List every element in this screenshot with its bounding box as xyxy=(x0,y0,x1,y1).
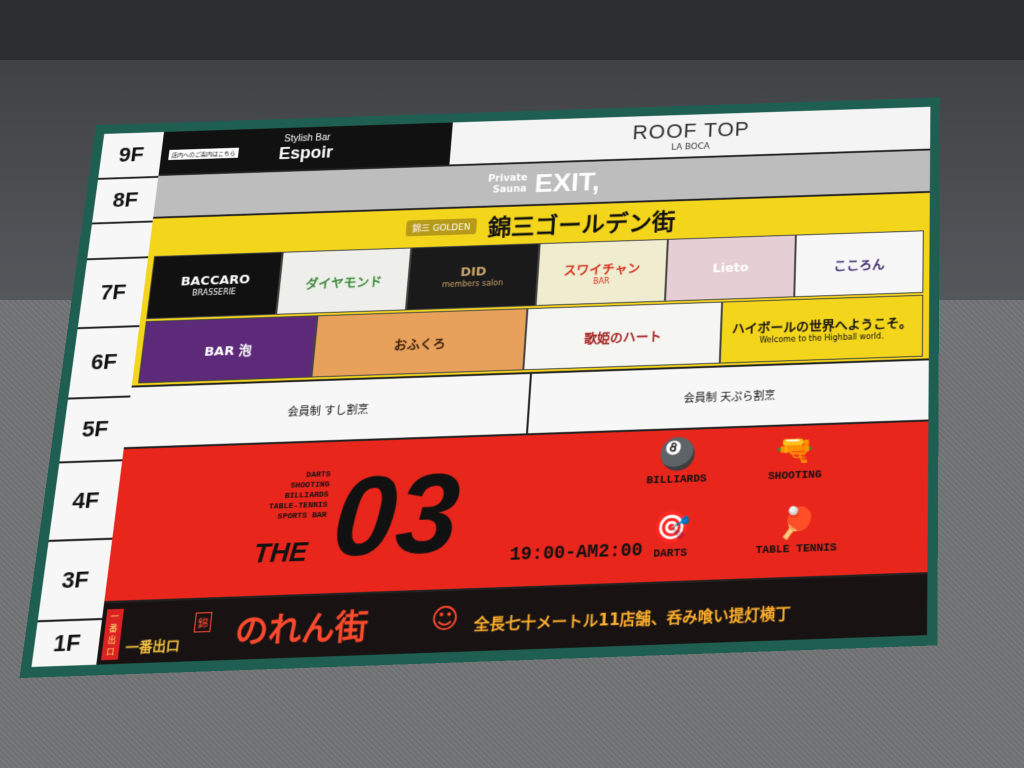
exit-side-char: 出 xyxy=(107,634,117,646)
exit-name: EXIT, xyxy=(534,167,601,199)
the03-hours: 19:00-AM2:00 xyxy=(509,541,643,566)
lantern-face-icon: ☺ xyxy=(430,603,461,636)
activity-label: DARTS xyxy=(653,547,687,561)
dart-icon: 🎯 xyxy=(651,512,691,548)
revolver-icon: 🔫 xyxy=(776,435,815,470)
shop-sign: ハイボールの世界へようこそ。 Welcome to the Highball wo… xyxy=(719,295,923,364)
golden-gai-section: 錦三 GOLDEN 錦三ゴールデン街 BACCARO BRASSERIE ダイヤモン… xyxy=(132,193,930,388)
activity-billiards: 🎱 BILLIARDS xyxy=(646,439,708,487)
shop-name: おふくろ xyxy=(393,333,446,353)
exit-side-char: 一 xyxy=(110,611,120,623)
exit-side-char: 口 xyxy=(105,646,115,658)
activity-table-tennis: 🏓 TABLE TENNIS xyxy=(755,507,837,557)
floor-label: 5F xyxy=(59,397,130,463)
shop-name: こころん xyxy=(834,254,885,274)
activity-darts: 🎯 DARTS xyxy=(651,512,691,561)
the03-activity-list: DARTS SHOOTING BILLIARDS TABLE-TENNIS SPORTS… xyxy=(267,470,331,523)
noren-gai-title: のれん街 xyxy=(233,600,371,653)
shop-sign: DID members salon xyxy=(406,243,540,310)
the03-list-item: SPORTS BAR xyxy=(267,511,327,523)
noren-badge: 錦 xyxy=(194,612,213,633)
shop-sign: 歌姫のハート xyxy=(523,302,721,371)
floor-label: 6F xyxy=(68,327,139,399)
floor-directory-board: 9F 8F 7F 6F 5F 4F 3F 1F 店内へのご案内はこちら Styl… xyxy=(19,97,940,678)
shop-name: BACCARO xyxy=(180,273,251,290)
floor-label: 4F xyxy=(49,461,123,542)
billiards-icon: 🎱 xyxy=(658,439,697,475)
floor-label xyxy=(87,222,153,260)
shop-sign: BACCARO BRASSERIE xyxy=(146,252,283,319)
ping-pong-icon: 🏓 xyxy=(777,508,816,544)
activity-label: SHOOTING xyxy=(768,469,822,483)
floor-label: 9F xyxy=(98,132,164,180)
floor-label: 3F xyxy=(38,540,113,623)
the03-the: THE xyxy=(252,536,309,570)
golden-logo: 錦三 GOLDEN xyxy=(406,218,477,236)
espoir-sign: 店内へのご案内はこちら Stylish Bar Espoir xyxy=(159,122,453,174)
exit-one-label: 一番出口 xyxy=(124,634,181,656)
shop-name: DID xyxy=(460,265,487,280)
exit-side-tag: 一番出口 xyxy=(101,609,124,660)
the03-section: DARTS SHOOTING BILLIARDS TABLE-TENNIS SPORTS… xyxy=(104,421,928,603)
shop-sign: おふくろ xyxy=(311,308,527,377)
shop-sign: ダイヤモンド xyxy=(276,247,411,314)
sushi-kappo-sign: 会員制 すし割烹 xyxy=(124,374,532,447)
noren-gai-tagline: 全長七十メートル11店舗、呑み喰い提灯横丁 xyxy=(473,602,791,635)
shop-sign: Lieto xyxy=(665,235,796,302)
activity-shooting: 🔫 SHOOTING xyxy=(768,435,823,483)
rooftop-sub: LA BOCA xyxy=(671,142,710,152)
shop-name: Lieto xyxy=(712,260,749,275)
shop-sub: BRASSERIE xyxy=(192,287,237,297)
tenant-area: 店内へのご案内はこちら Stylish Bar Espoir ROOF TOP … xyxy=(96,107,930,665)
shop-sub: BAR xyxy=(593,277,610,286)
floor-label: 1F xyxy=(31,620,102,667)
the03-logo: 03 xyxy=(329,458,464,575)
espoir-name: Espoir xyxy=(278,143,334,164)
shop-name: スワイチャン xyxy=(563,258,641,279)
golden-title: 錦三ゴールデン街 xyxy=(487,203,676,242)
shop-sign: こころん xyxy=(794,230,924,297)
shop-name: BAR 泡 xyxy=(203,339,252,359)
shop-sign: スワイチャン BAR xyxy=(535,239,667,306)
exit-category: Private Sauna xyxy=(487,173,528,197)
activity-label: TABLE TENNIS xyxy=(755,542,836,557)
exit-pre-line2: Sauna xyxy=(487,184,527,196)
activity-label: BILLIARDS xyxy=(646,473,707,487)
exit-side-char: 番 xyxy=(108,623,118,635)
shop-name: ダイヤモンド xyxy=(305,271,383,292)
shop-sign: BAR 泡 xyxy=(138,315,317,383)
ceiling xyxy=(0,0,1024,60)
board-inner: 9F 8F 7F 6F 5F 4F 3F 1F 店内へのご案内はこちら Styl… xyxy=(31,107,930,667)
floor-label: 8F xyxy=(92,178,158,225)
espoir-note: 店内へのご案内はこちら xyxy=(168,148,239,160)
tempura-kappo-sign: 会員制 天ぷら割烹 xyxy=(528,360,929,433)
shop-sub: members salon xyxy=(442,278,504,289)
rooftop-name: ROOF TOP xyxy=(632,117,750,145)
floor-label: 7F xyxy=(78,258,148,329)
shop-name: 歌姫のハート xyxy=(584,325,662,346)
